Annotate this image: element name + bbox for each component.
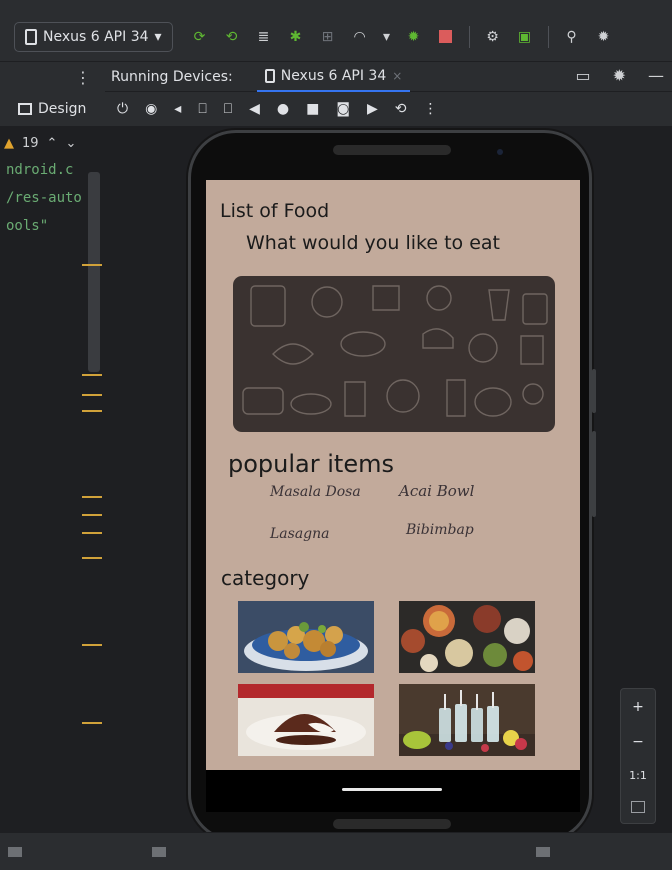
design-button-label: Design [38,101,87,117]
code-line[interactable]: ndroid.c [6,162,73,178]
screen-record-icon[interactable]: ▶ [367,101,378,117]
sdk-manager-icon[interactable]: ▣ [516,28,534,46]
device-selector[interactable]: Nexus 6 API 34 ▾ [14,21,173,52]
toolbar-divider [547,25,549,48]
pizza-spread-image[interactable] [399,601,535,673]
back-icon[interactable]: ◀ [249,101,260,117]
error-stripe-marker[interactable] [82,532,102,534]
home-icon[interactable]: ● [277,101,289,117]
android-navigation-bar [206,770,580,812]
drinks-image[interactable] [399,684,535,756]
apply-code-changes-icon[interactable]: ⟲ [223,28,241,46]
emulator-controls: ⏻ ◉ ◂ ⎕ ⎕ ◀ ● ■ ◙ ▶ ⟲ ⋮ [105,92,672,126]
device-manager-icon[interactable]: ⚙ [484,28,502,46]
minimize-icon[interactable]: — [648,66,664,85]
volume-down-icon[interactable]: ◂ [174,101,181,117]
zoom-out-button[interactable]: − [632,734,644,750]
popular-item[interactable]: Acai Bowl [399,482,474,500]
close-icon[interactable]: × [392,69,402,83]
doodle-pattern [242,285,548,417]
main-toolbar: Nexus 6 API 34 ▾ ⟳ ⟲ ≣ ✱ ⊞ ◠ ▾ ✹ ⚙ ▣ ⚲ ✹ [0,12,672,62]
toolbar-divider [468,25,470,48]
phone-icon [25,28,37,45]
volume-up-icon[interactable]: ◉ [145,101,157,117]
actual-size-button[interactable]: 1:1 [629,769,647,782]
phone-icon [264,68,275,83]
running-devices-tabbar: Running Devices: Nexus 6 API 34 × ▭ ✹ — [105,62,672,92]
overview-icon[interactable]: ■ [306,101,319,117]
front-camera [497,149,503,155]
status-icon[interactable] [536,847,550,857]
rotate-right-icon[interactable]: ⎕ [224,101,232,117]
tab-nexus-6[interactable]: Nexus 6 API 34 × [256,62,411,92]
search-icon[interactable]: ⚲ [563,28,581,46]
window-title-strip [0,0,672,12]
inspection-widget[interactable]: ▲ 19 ⌃ ⌄ [4,136,76,151]
fried-snacks-image[interactable] [238,601,374,673]
rotate-left-icon[interactable]: ⎕ [198,101,206,117]
window-layout-icon[interactable]: ▭ [575,66,590,85]
settings-icon[interactable]: ✹ [595,28,613,46]
popular-items-heading: popular items [228,450,394,478]
more-icon[interactable]: ⋮ [423,101,437,117]
popular-item[interactable]: Masala Dosa [270,484,361,500]
warning-count: 19 [22,136,39,151]
zoom-controls: + − 1:1 [620,688,656,824]
error-stripe-marker[interactable] [82,722,102,724]
error-stripe-marker[interactable] [82,557,102,559]
page-title: List of Food [220,200,330,222]
popular-item[interactable]: Lasagna [270,526,330,542]
chevron-down-icon: ▾ [154,28,162,45]
food-doodle-banner [233,276,555,432]
apply-changes-icon[interactable]: ⟳ [191,28,209,46]
error-stripe-marker[interactable] [82,394,102,396]
app-screen[interactable]: List of Food What would you like to eat [206,180,580,784]
gear-icon[interactable]: ✹ [613,66,626,85]
warning-icon: ▲ [4,136,14,151]
snapshot-icon[interactable]: ⟲ [395,101,407,117]
code-editor-panel: ⋮ Design ▲ 19 ⌃ ⌄ ndroid.c /res-auto ool… [0,62,105,832]
more-options-icon[interactable]: ⋮ [75,68,91,87]
fit-screen-icon[interactable] [631,801,645,814]
attach-debugger-icon[interactable]: ⊞ [319,28,337,46]
chevron-down-icon[interactable]: ⌄ [65,136,76,151]
code-line[interactable]: ools" [6,218,48,234]
top-speaker [333,145,451,155]
panel-title: Running Devices: [111,68,233,85]
run-icon[interactable]: ✹ [405,28,423,46]
category-heading: category [221,566,310,590]
gesture-home-pill[interactable] [342,788,442,791]
error-stripe-marker[interactable] [82,374,102,376]
dropdown-icon[interactable]: ▾ [383,28,391,46]
stop-icon[interactable] [437,28,455,46]
page-subtitle: What would you like to eat [246,232,501,254]
logcat-icon[interactable]: ≣ [255,28,273,46]
profile-icon[interactable]: ◠ [351,28,369,46]
error-stripe-marker[interactable] [82,496,102,498]
debug-app-icon[interactable]: ✱ [287,28,305,46]
bottom-speaker [333,819,451,829]
error-stripe-marker[interactable] [82,644,102,646]
editor-header: ⋮ [0,62,105,92]
screenshot-icon[interactable]: ◙ [336,101,350,117]
status-icon[interactable] [152,847,166,857]
error-stripe-marker[interactable] [82,410,102,412]
status-icon[interactable] [8,847,22,857]
error-stripe-marker[interactable] [82,514,102,516]
ide-status-bar [0,832,672,870]
tab-label: Nexus 6 API 34 [280,67,387,84]
design-button[interactable]: Design [0,92,105,126]
device-selector-label: Nexus 6 API 34 [43,28,149,45]
volume-rocker [592,369,596,413]
editor-scrollbar[interactable] [88,172,100,372]
power-rocker [592,431,596,517]
chevron-up-icon[interactable]: ⌃ [47,136,58,151]
code-line[interactable]: /res-auto [6,190,82,206]
error-stripe-marker[interactable] [82,264,102,266]
chocolate-dessert-image[interactable] [238,684,374,756]
popular-item[interactable]: Bibimbap [406,522,474,538]
power-icon[interactable]: ⏻ [117,101,128,117]
image-icon [18,103,32,115]
zoom-in-button[interactable]: + [632,699,644,715]
